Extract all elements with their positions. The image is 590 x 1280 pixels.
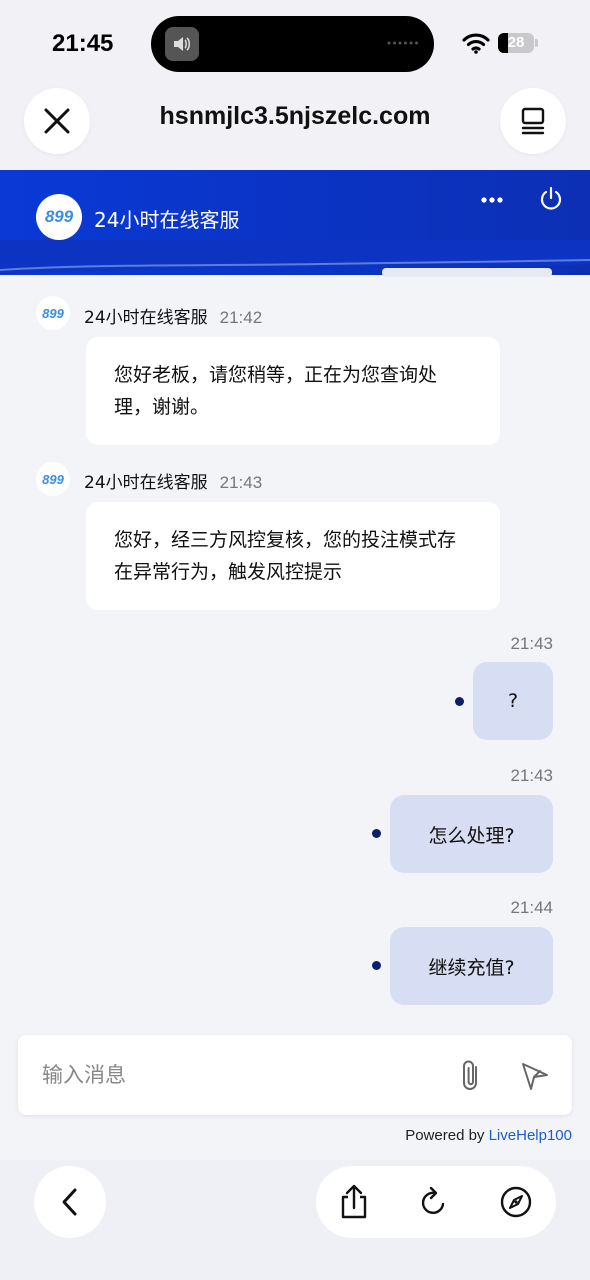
browser-toolbar: [0, 1160, 590, 1280]
reload-icon: [421, 1186, 445, 1214]
livehelp-link[interactable]: LiveHelp100: [489, 1127, 572, 1144]
status-time: 21:45: [52, 30, 114, 57]
share-button[interactable]: [334, 1182, 374, 1222]
battery-level: 28: [507, 34, 525, 51]
compass-button[interactable]: [496, 1182, 536, 1222]
actions-pill: [316, 1166, 556, 1238]
wifi-icon: [462, 33, 490, 54]
activity-dots-icon: [387, 41, 418, 45]
read-status-dot: [372, 961, 381, 970]
message-time: 21:43: [510, 634, 553, 653]
status-bar: 21:45 28: [0, 0, 590, 90]
message-time: 21:44: [510, 898, 553, 917]
incoming-message-bubble: 您好老板，请您稍等，正在为您查询处理，谢谢。: [86, 337, 500, 445]
send-icon[interactable]: [520, 1061, 550, 1091]
outgoing-message-bubble: 继续充值?: [390, 927, 553, 1005]
agent-avatar: 899: [36, 462, 70, 496]
message-time: 21:42: [219, 308, 263, 327]
chevron-left-icon: [62, 1188, 77, 1216]
outgoing-message-bubble: ?: [473, 662, 553, 740]
share-icon: [341, 1184, 367, 1219]
dynamic-island: [151, 16, 434, 72]
battery-icon: 28: [498, 33, 534, 53]
read-status-dot: [455, 697, 464, 706]
reload-button[interactable]: [414, 1182, 454, 1222]
outgoing-message-bubble: 怎么处理?: [390, 795, 553, 873]
powered-by: Powered by LiveHelp100: [405, 1127, 572, 1144]
message-time: 21:43: [219, 473, 263, 492]
incoming-message-bubble: 您好，经三方风控复核，您的投注模式存在异常行为，触发风控提示: [86, 502, 500, 610]
message-input[interactable]: [42, 1053, 442, 1097]
agent-logo: 899: [36, 194, 82, 240]
close-icon: [44, 108, 70, 134]
tabs-icon: [521, 107, 545, 135]
speaker-icon: [165, 27, 199, 61]
more-icon[interactable]: [478, 190, 506, 210]
agent-avatar: 899: [36, 296, 70, 330]
agent-name: 24小时在线客服: [94, 208, 240, 232]
address-bar-url[interactable]: hsnmjlc3.5njszelc.com: [100, 102, 490, 131]
close-button[interactable]: [24, 88, 90, 154]
header-wave: [0, 240, 590, 277]
message-composer: [18, 1035, 572, 1115]
back-button[interactable]: [34, 1166, 106, 1238]
tabs-button[interactable]: [500, 88, 566, 154]
attachment-icon[interactable]: [460, 1059, 484, 1093]
compass-icon: [500, 1186, 532, 1218]
read-status-dot: [372, 829, 381, 838]
message-sender: 24小时在线客服 21:43: [84, 473, 263, 493]
message-time: 21:43: [510, 766, 553, 785]
power-icon[interactable]: [538, 186, 564, 212]
browser-header: hsnmjlc3.5njszelc.com: [0, 80, 590, 170]
message-sender: 24小时在线客服 21:42: [84, 308, 263, 328]
